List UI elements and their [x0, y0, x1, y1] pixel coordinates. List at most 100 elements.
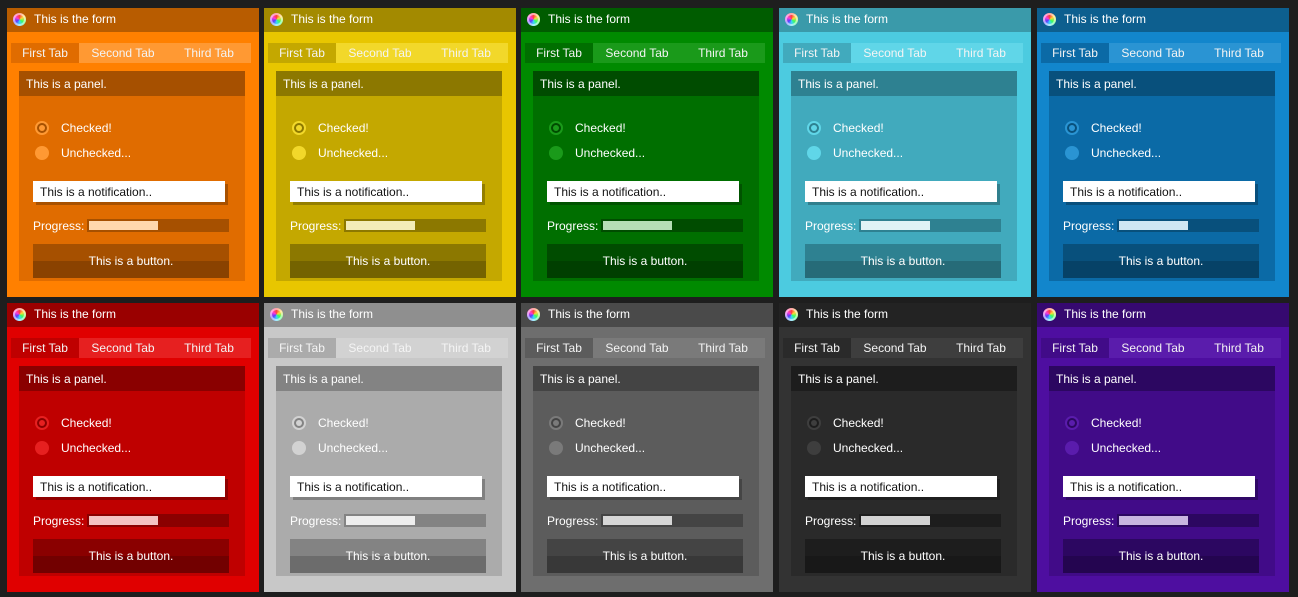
tab-1[interactable]: First Tab — [268, 338, 336, 358]
title-bar[interactable]: This is the form — [779, 8, 1031, 32]
title-bar[interactable]: This is the form — [7, 303, 259, 327]
radio-unchecked[interactable] — [1065, 441, 1079, 455]
radio-unchecked[interactable] — [35, 146, 49, 160]
panel-button[interactable]: This is a button. — [1063, 539, 1259, 573]
radio-unchecked[interactable] — [35, 441, 49, 455]
button-label[interactable]: This is a button. — [290, 254, 486, 268]
panel-button[interactable]: This is a button. — [1063, 244, 1259, 278]
button-label[interactable]: This is a button. — [547, 549, 743, 563]
tab-3[interactable]: Third Tab — [681, 43, 765, 63]
tab-2[interactable]: Second Tab — [593, 43, 681, 63]
radio-checked-label[interactable]: Checked! — [575, 416, 626, 430]
title-bar[interactable]: This is the form — [264, 8, 516, 32]
radio-unchecked-label[interactable]: Unchecked... — [61, 146, 131, 160]
title-bar[interactable]: This is the form — [7, 8, 259, 32]
title-bar[interactable]: This is the form — [521, 8, 773, 32]
radio-checked[interactable] — [549, 416, 563, 430]
radio-unchecked[interactable] — [1065, 146, 1079, 160]
radio-checked[interactable] — [807, 121, 821, 135]
radio-unchecked-label[interactable]: Unchecked... — [61, 441, 131, 455]
radio-checked[interactable] — [807, 416, 821, 430]
panel-button[interactable]: This is a button. — [33, 244, 229, 278]
tab-3[interactable]: Third Tab — [939, 338, 1023, 358]
tab-2[interactable]: Second Tab — [79, 43, 167, 63]
tab-3[interactable]: Third Tab — [424, 43, 508, 63]
panel-button[interactable]: This is a button. — [290, 244, 486, 278]
tab-3[interactable]: Third Tab — [939, 43, 1023, 63]
radio-checked[interactable] — [292, 121, 306, 135]
panel-button[interactable]: This is a button. — [547, 539, 743, 573]
button-label[interactable]: This is a button. — [547, 254, 743, 268]
panel-button[interactable]: This is a button. — [805, 244, 1001, 278]
button-label[interactable]: This is a button. — [290, 549, 486, 563]
radio-unchecked[interactable] — [292, 441, 306, 455]
radio-unchecked-label[interactable]: Unchecked... — [833, 146, 903, 160]
tab-3[interactable]: Third Tab — [681, 338, 765, 358]
tab-2[interactable]: Second Tab — [1109, 43, 1197, 63]
radio-checked-label[interactable]: Checked! — [833, 416, 884, 430]
tab-3[interactable]: Third Tab — [1197, 338, 1281, 358]
button-label[interactable]: This is a button. — [805, 254, 1001, 268]
button-label[interactable]: This is a button. — [33, 254, 229, 268]
button-label[interactable]: This is a button. — [1063, 549, 1259, 563]
tab-1[interactable]: First Tab — [1041, 338, 1109, 358]
tab-2[interactable]: Second Tab — [593, 338, 681, 358]
button-label[interactable]: This is a button. — [805, 549, 1001, 563]
tab-2[interactable]: Second Tab — [1109, 338, 1197, 358]
tab-2[interactable]: Second Tab — [79, 338, 167, 358]
button-label[interactable]: This is a button. — [1063, 254, 1259, 268]
radio-unchecked[interactable] — [807, 146, 821, 160]
radio-checked-label[interactable]: Checked! — [1091, 416, 1142, 430]
radio-checked[interactable] — [1065, 416, 1079, 430]
radio-unchecked-label[interactable]: Unchecked... — [575, 441, 645, 455]
tab-3[interactable]: Third Tab — [424, 338, 508, 358]
radio-checked-label[interactable]: Checked! — [61, 416, 112, 430]
radio-checked-label[interactable]: Checked! — [575, 121, 626, 135]
title-bar[interactable]: This is the form — [264, 303, 516, 327]
tab-2[interactable]: Second Tab — [336, 43, 424, 63]
title-bar[interactable]: This is the form — [521, 303, 773, 327]
tab-1[interactable]: First Tab — [525, 43, 593, 63]
panel-button[interactable]: This is a button. — [33, 539, 229, 573]
tab-2[interactable]: Second Tab — [851, 338, 939, 358]
radio-unchecked-label[interactable]: Unchecked... — [1091, 146, 1161, 160]
radio-checked-label[interactable]: Checked! — [318, 121, 369, 135]
radio-checked[interactable] — [35, 416, 49, 430]
radio-unchecked[interactable] — [807, 441, 821, 455]
radio-unchecked[interactable] — [549, 146, 563, 160]
radio-unchecked-label[interactable]: Unchecked... — [1091, 441, 1161, 455]
radio-checked-label[interactable]: Checked! — [318, 416, 369, 430]
tab-1[interactable]: First Tab — [783, 43, 851, 63]
radio-unchecked-label[interactable]: Unchecked... — [575, 146, 645, 160]
radio-checked[interactable] — [549, 121, 563, 135]
title-bar[interactable]: This is the form — [1037, 303, 1289, 327]
tab-2[interactable]: Second Tab — [336, 338, 424, 358]
tab-1[interactable]: First Tab — [783, 338, 851, 358]
tab-3[interactable]: Third Tab — [1197, 43, 1281, 63]
tab-1[interactable]: First Tab — [268, 43, 336, 63]
radio-checked[interactable] — [292, 416, 306, 430]
radio-unchecked[interactable] — [549, 441, 563, 455]
radio-checked[interactable] — [1065, 121, 1079, 135]
radio-checked[interactable] — [35, 121, 49, 135]
radio-checked-label[interactable]: Checked! — [61, 121, 112, 135]
title-bar[interactable]: This is the form — [1037, 8, 1289, 32]
panel-button[interactable]: This is a button. — [290, 539, 486, 573]
title-bar[interactable]: This is the form — [779, 303, 1031, 327]
radio-unchecked-label[interactable]: Unchecked... — [318, 441, 388, 455]
radio-unchecked[interactable] — [292, 146, 306, 160]
panel-button[interactable]: This is a button. — [805, 539, 1001, 573]
radio-checked-label[interactable]: Checked! — [1091, 121, 1142, 135]
tab-1[interactable]: First Tab — [1041, 43, 1109, 63]
tab-3[interactable]: Third Tab — [167, 43, 251, 63]
radio-unchecked-label[interactable]: Unchecked... — [833, 441, 903, 455]
tab-3[interactable]: Third Tab — [167, 338, 251, 358]
tab-1[interactable]: First Tab — [525, 338, 593, 358]
panel-button[interactable]: This is a button. — [547, 244, 743, 278]
tab-2[interactable]: Second Tab — [851, 43, 939, 63]
tab-1[interactable]: First Tab — [11, 338, 79, 358]
radio-checked-label[interactable]: Checked! — [833, 121, 884, 135]
button-label[interactable]: This is a button. — [33, 549, 229, 563]
radio-unchecked-label[interactable]: Unchecked... — [318, 146, 388, 160]
tab-1[interactable]: First Tab — [11, 43, 79, 63]
